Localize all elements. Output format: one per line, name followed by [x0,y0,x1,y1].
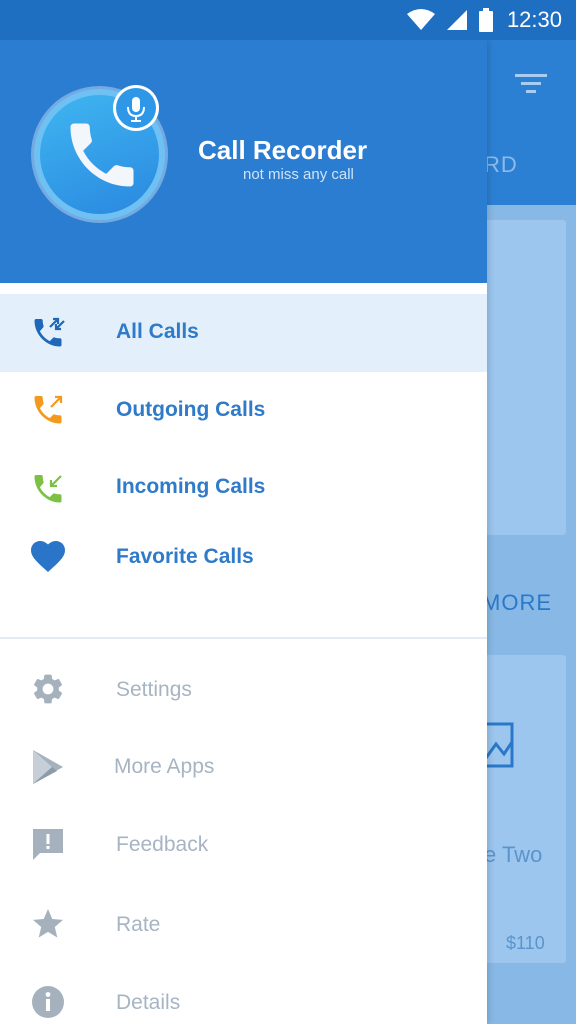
menu-item-label: Outgoing Calls [116,398,266,421]
app-tagline: not miss any call [243,166,354,183]
star-icon [33,909,63,938]
menu-item-rate[interactable]: Rate [0,885,487,963]
menu-item-incoming-calls[interactable]: Incoming Calls [0,450,487,528]
menu-item-more-apps[interactable]: More Apps [0,729,487,807]
microphone-icon [127,97,145,122]
menu-item-label: Details [116,991,181,1014]
gear-icon [33,674,63,704]
status-icons: 12:30 [406,0,562,40]
drawer-header: Call Recorder not miss any call [0,40,487,283]
menu-item-label: All Calls [116,320,199,343]
wifi-icon [406,9,435,30]
menu-divider [0,637,487,639]
status-time: 12:30 [506,7,562,32]
app-name: Call Recorder [198,135,368,165]
background-card-title: e Two [484,842,543,867]
menu-item-details[interactable]: Details [0,963,487,1024]
image-placeholder-icon [486,722,514,768]
outgoing-call-icon [34,395,63,424]
menu-item-outgoing-calls[interactable]: Outgoing Calls [0,372,487,450]
menu-item-label: More Apps [114,755,215,778]
menu-item-settings[interactable]: Settings [0,651,487,729]
background-more-label[interactable]: MORE [482,590,552,616]
background-card[interactable] [480,220,566,535]
battery-icon [478,8,493,32]
signal-icon [446,10,467,30]
menu-item-label: Rate [116,913,161,936]
menu-item-all-calls[interactable]: All Calls [0,294,487,372]
incoming-call-icon [34,475,62,503]
menu-item-label: Favorite Calls [116,545,254,568]
feedback-icon [33,829,63,860]
menu-item-favorite-calls[interactable]: Favorite Calls [0,528,487,594]
all-calls-icon [34,317,65,347]
menu-item-feedback[interactable]: Feedback [0,807,487,885]
background-product-card[interactable] [480,655,566,963]
info-icon [32,986,64,1018]
play-store-icon [33,750,63,784]
mic-badge [113,85,159,131]
status-bar: 12:30 [0,0,576,40]
navigation-drawer: Call Recorder not miss any call All Call… [0,40,487,1024]
menu-item-label: Settings [116,678,192,701]
heart-icon [31,541,65,572]
filter-icon[interactable] [515,72,547,96]
menu-item-label: Feedback [116,833,209,856]
background-tab-label[interactable]: RD [484,152,518,178]
menu-item-label: Incoming Calls [116,475,266,498]
background-card-price: $110 [506,933,545,953]
